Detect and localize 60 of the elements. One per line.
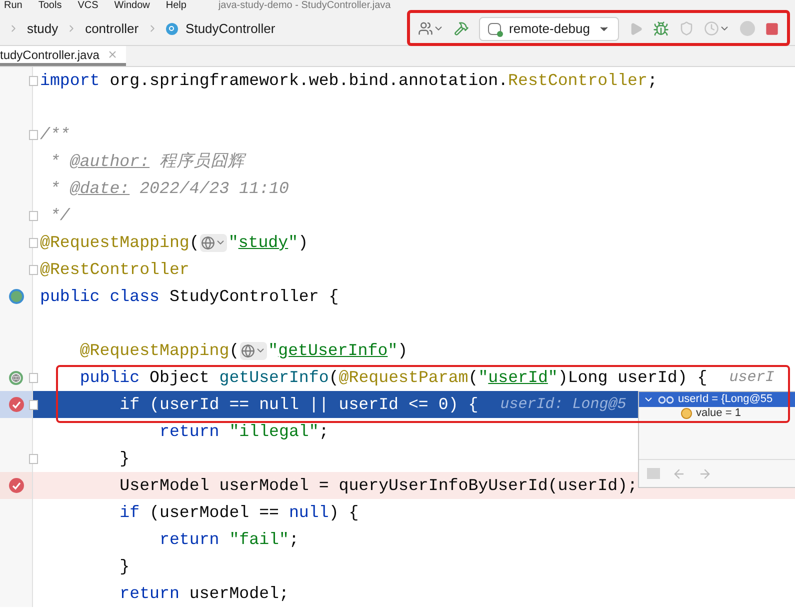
- menu-item[interactable]: VCS: [78, 0, 98, 12]
- run-config-dropdown[interactable]: remote-debug: [479, 16, 619, 40]
- code-text: if (userId == null || userId <= 0) {: [118, 394, 478, 416]
- code-text: return "illegal";: [158, 421, 329, 443]
- code-text: }: [118, 556, 130, 578]
- back-arrow-icon[interactable]: [672, 466, 686, 480]
- code-text: if (userModel == null) {: [118, 502, 359, 524]
- inline-value-hint: userI: [729, 368, 774, 388]
- code-text: @RestController: [40, 259, 190, 281]
- endpoint-icon[interactable]: [9, 370, 23, 384]
- code-text: */: [48, 205, 70, 227]
- menu-item[interactable]: Window: [114, 0, 150, 12]
- fold-marker-icon[interactable]: [29, 210, 38, 220]
- variable-tree-item[interactable]: value = 1: [639, 407, 795, 420]
- code-text: return userModel;: [118, 583, 289, 605]
- code-text: import org.springframework.web.bind.annotation.RestController;: [40, 70, 658, 92]
- editor-tab[interactable]: tudyController.java: [0, 46, 126, 66]
- fold-marker-icon[interactable]: [29, 400, 38, 410]
- fold-marker-icon[interactable]: [29, 454, 38, 464]
- breadcrumb-item[interactable]: study: [27, 18, 58, 38]
- code-text: * @date: 2022/4/23 11:10: [48, 178, 289, 200]
- class-icon: [166, 22, 178, 34]
- code-text: "study"): [228, 232, 308, 254]
- breakpoint-icon[interactable]: [8, 397, 24, 412]
- code-text: "getUserInfo"): [268, 340, 408, 362]
- fold-marker-icon[interactable]: [29, 264, 38, 274]
- fold-marker-icon[interactable]: [29, 130, 38, 140]
- variable-tree-item[interactable]: userId = {Long@55: [639, 392, 795, 407]
- code-text: * @author: 程序员囧辉: [48, 151, 245, 173]
- url-inlay-icon[interactable]: [200, 234, 228, 252]
- close-icon[interactable]: [107, 49, 118, 60]
- window-title: java-study-demo - StudyController.java: [218, 0, 391, 12]
- fold-marker-icon[interactable]: [29, 76, 38, 86]
- code-text: public class StudyController {: [40, 286, 339, 308]
- forward-arrow-icon[interactable]: [698, 466, 712, 480]
- breadcrumb-item[interactable]: StudyController: [186, 18, 276, 38]
- breakpoint-icon[interactable]: [8, 478, 24, 493]
- bug-icon[interactable]: [653, 20, 669, 36]
- config-icon: [488, 22, 502, 34]
- hammer-icon[interactable]: [454, 21, 470, 36]
- inline-value-hint: userId: Long@5: [500, 395, 626, 415]
- fold-marker-icon[interactable]: [29, 238, 38, 248]
- code-text: public Object getUserInfo(@RequestParam("userId")Long userId) {: [78, 367, 708, 389]
- menu-item[interactable]: Tools: [38, 0, 62, 12]
- watch-glasses-icon: [658, 396, 674, 404]
- field-icon: [681, 408, 692, 419]
- users-icon[interactable]: [418, 21, 444, 36]
- bean-icon[interactable]: [8, 289, 24, 304]
- breadcrumb-item[interactable]: controller: [85, 18, 139, 38]
- menu-item[interactable]: Run: [4, 0, 22, 12]
- code-text: }: [118, 448, 130, 470]
- code-text: UserModel userModel = queryUserInfoByUserId(userId);: [118, 475, 638, 497]
- menu-item[interactable]: Help: [166, 0, 186, 12]
- stop-icon[interactable]: [765, 22, 779, 36]
- code-text: return "fail";: [158, 529, 299, 551]
- code-text: @RequestMapping(: [78, 340, 240, 362]
- url-inlay-icon[interactable]: [240, 342, 268, 360]
- code-text: @RequestMapping(: [40, 232, 200, 254]
- fold-marker-icon[interactable]: [29, 372, 38, 382]
- code-text: /**: [40, 124, 70, 146]
